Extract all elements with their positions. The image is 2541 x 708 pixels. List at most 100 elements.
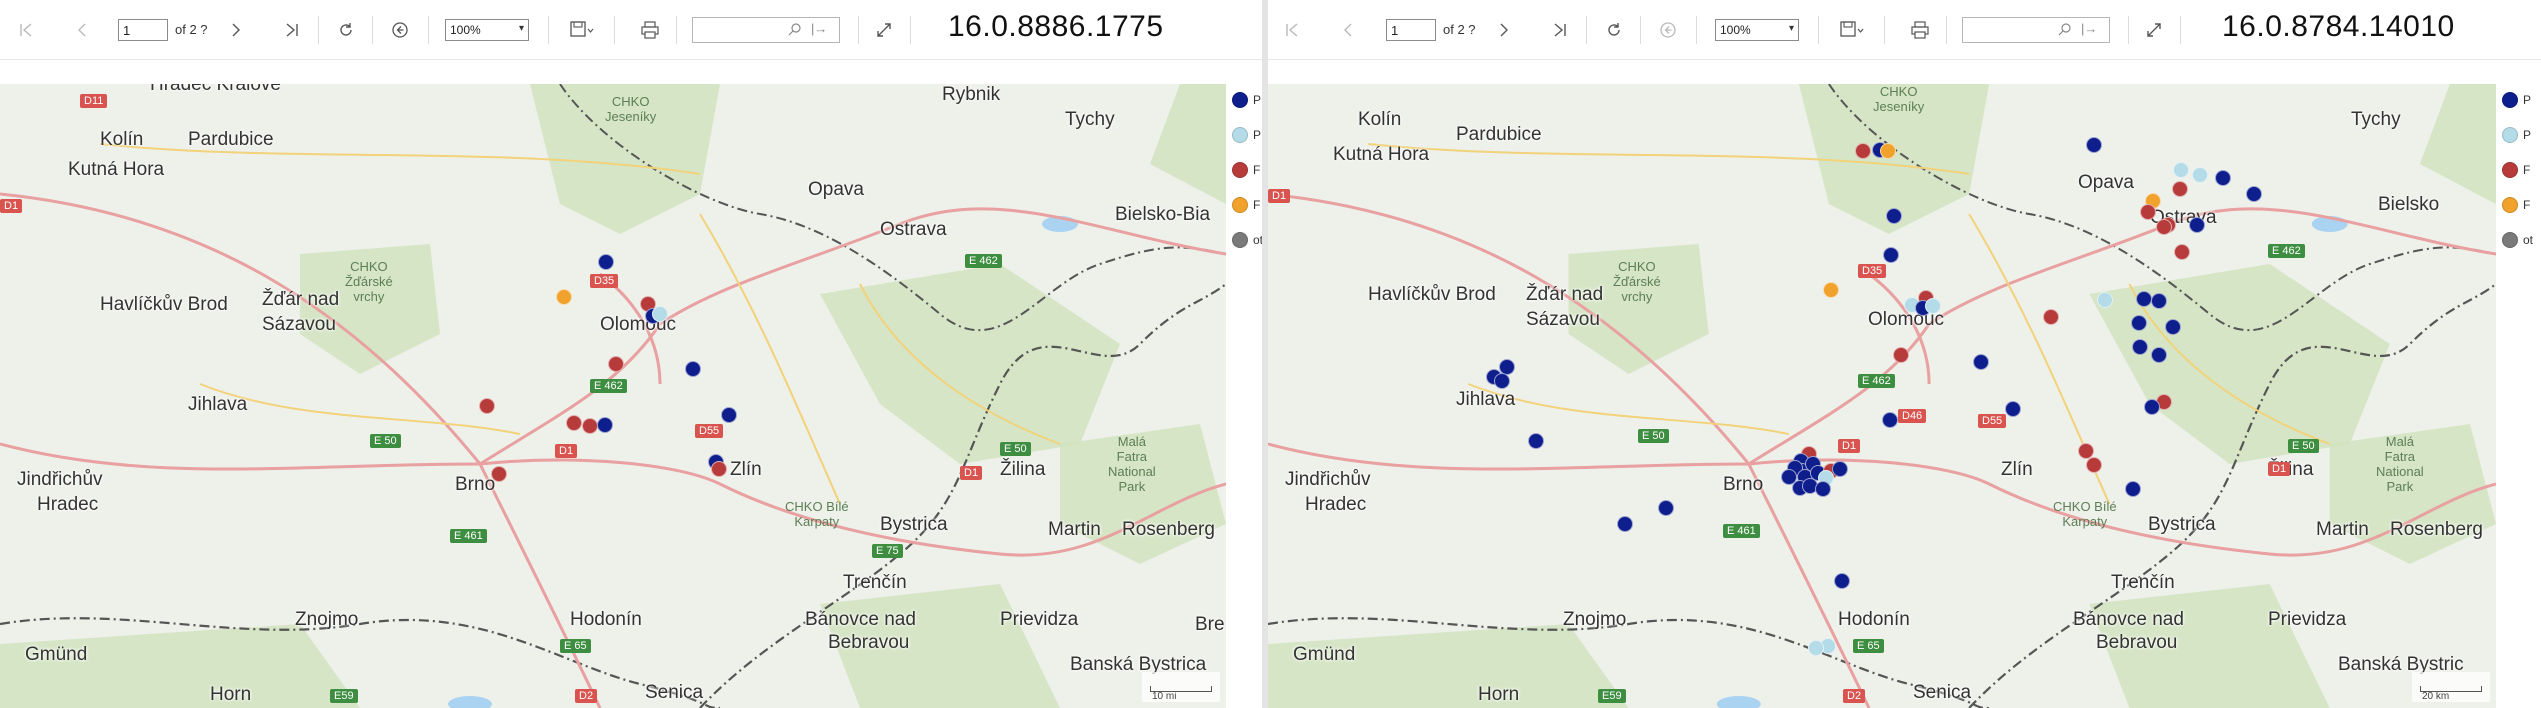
legend-label: P <box>2523 128 2532 142</box>
map-data-point[interactable] <box>2005 401 2021 417</box>
next-page-button[interactable] <box>1488 0 1520 60</box>
map-data-point[interactable] <box>556 289 572 305</box>
map-data-point[interactable] <box>2173 162 2189 178</box>
map-data-point[interactable] <box>2131 315 2147 331</box>
legend-item[interactable]: ot <box>1232 232 1262 248</box>
export-button[interactable] <box>1830 0 1874 60</box>
first-page-button[interactable] <box>10 0 42 60</box>
map-data-point[interactable] <box>2086 137 2102 153</box>
page-number-input[interactable] <box>1386 19 1436 41</box>
map-data-point[interactable] <box>2086 457 2102 473</box>
prev-page-button[interactable] <box>66 0 98 60</box>
map-data-point[interactable] <box>2151 347 2167 363</box>
map-data-point[interactable] <box>1617 516 1633 532</box>
map-data-point[interactable] <box>1880 143 1896 159</box>
map-data-point[interactable] <box>2215 170 2231 186</box>
city-label: Zlín <box>730 459 762 480</box>
export-button[interactable] <box>560 0 604 60</box>
map-data-point[interactable] <box>1528 433 1544 449</box>
back-button[interactable] <box>1652 0 1684 60</box>
map-data-point[interactable] <box>2136 291 2152 307</box>
legend-label: P <box>1253 93 1262 107</box>
toolbar-separator <box>428 16 429 44</box>
zoom-select[interactable]: 100% ▾ <box>445 19 529 41</box>
map-data-point[interactable] <box>2192 167 2208 183</box>
last-page-button[interactable] <box>276 0 308 60</box>
road-shield: E 50 <box>370 434 401 448</box>
map-data-point[interactable] <box>2174 244 2190 260</box>
back-button[interactable] <box>384 0 416 60</box>
map-data-point[interactable] <box>1494 373 1510 389</box>
fullscreen-button[interactable] <box>2138 0 2170 60</box>
map-data-point[interactable] <box>1834 573 1850 589</box>
map-data-point[interactable] <box>1893 347 1909 363</box>
map-data-point[interactable] <box>608 356 624 372</box>
map-data-point[interactable] <box>711 461 727 477</box>
refresh-button[interactable] <box>330 0 362 60</box>
find-text-box[interactable]: |→ <box>1962 17 2110 43</box>
legend-marker <box>1232 232 1248 248</box>
find-text-box[interactable]: |→ <box>692 17 840 43</box>
find-next-button[interactable]: |→ <box>2081 21 2097 36</box>
map-data-point[interactable] <box>1886 208 1902 224</box>
map-data-point[interactable] <box>1883 247 1899 263</box>
legend-marker <box>2502 92 2518 108</box>
map-data-point[interactable] <box>2132 339 2148 355</box>
page-number-input[interactable] <box>118 19 168 41</box>
map-data-point[interactable] <box>2172 181 2188 197</box>
map-data-point[interactable] <box>652 306 668 322</box>
map-data-point[interactable] <box>1973 354 1989 370</box>
prev-page-button[interactable] <box>1332 0 1364 60</box>
map-data-point[interactable] <box>1815 481 1831 497</box>
first-page-button[interactable] <box>1276 0 1308 60</box>
fullscreen-button[interactable] <box>868 0 900 60</box>
last-page-icon <box>1554 23 1566 37</box>
legend-item[interactable]: P <box>2502 92 2531 108</box>
legend-item[interactable]: P <box>2502 127 2531 143</box>
map-data-point[interactable] <box>597 417 613 433</box>
map-data-point[interactable] <box>685 361 701 377</box>
map-visual[interactable]: Kolín Kutná Hora Pardubice Opava Ostrava Tych… <box>1268 84 2496 708</box>
last-page-button[interactable] <box>1544 0 1576 60</box>
map-data-point[interactable] <box>566 415 582 431</box>
toolbar-separator <box>2180 16 2181 44</box>
road-shield: E 462 <box>2268 244 2305 258</box>
city-label: Horn <box>210 684 252 705</box>
map-data-point[interactable] <box>2246 186 2262 202</box>
find-next-button[interactable]: |→ <box>811 21 827 36</box>
map-data-point[interactable] <box>1832 461 1848 477</box>
map-data-point[interactable] <box>582 418 598 434</box>
zoom-select[interactable]: 100% ▾ <box>1715 19 1799 41</box>
map-data-point[interactable] <box>2144 399 2160 415</box>
map-data-point[interactable] <box>1925 298 1941 314</box>
map-data-point[interactable] <box>598 254 614 270</box>
map-data-point[interactable] <box>1882 412 1898 428</box>
map-data-point[interactable] <box>479 398 495 414</box>
legend-item[interactable]: F <box>1232 162 1260 178</box>
map-data-point[interactable] <box>2165 319 2181 335</box>
map-data-point[interactable] <box>2189 217 2205 233</box>
legend-item[interactable]: P <box>1232 92 1261 108</box>
legend-item[interactable]: P <box>1232 127 1261 143</box>
legend-item[interactable]: F <box>1232 197 1260 213</box>
map-data-point[interactable] <box>2151 293 2167 309</box>
legend-item[interactable]: F <box>2502 197 2530 213</box>
map-data-point[interactable] <box>2125 481 2141 497</box>
map-data-point[interactable] <box>2140 204 2156 220</box>
legend-item[interactable]: F <box>2502 162 2530 178</box>
print-button[interactable] <box>1904 0 1936 60</box>
map-data-point[interactable] <box>2097 292 2113 308</box>
map-data-point[interactable] <box>1823 282 1839 298</box>
map-data-point[interactable] <box>491 466 507 482</box>
map-data-point[interactable] <box>2043 309 2059 325</box>
next-page-button[interactable] <box>220 0 252 60</box>
map-data-point[interactable] <box>1658 500 1674 516</box>
map-data-point[interactable] <box>1855 143 1871 159</box>
map-data-point[interactable] <box>2156 219 2172 235</box>
print-button[interactable] <box>634 0 666 60</box>
legend-item[interactable]: ot <box>2502 232 2533 248</box>
refresh-button[interactable] <box>1598 0 1630 60</box>
map-data-point[interactable] <box>1808 640 1824 656</box>
map-visual[interactable]: Hradec Králové Kolín Kutná Hora Pardubice Op… <box>0 84 1226 708</box>
map-data-point[interactable] <box>721 407 737 423</box>
